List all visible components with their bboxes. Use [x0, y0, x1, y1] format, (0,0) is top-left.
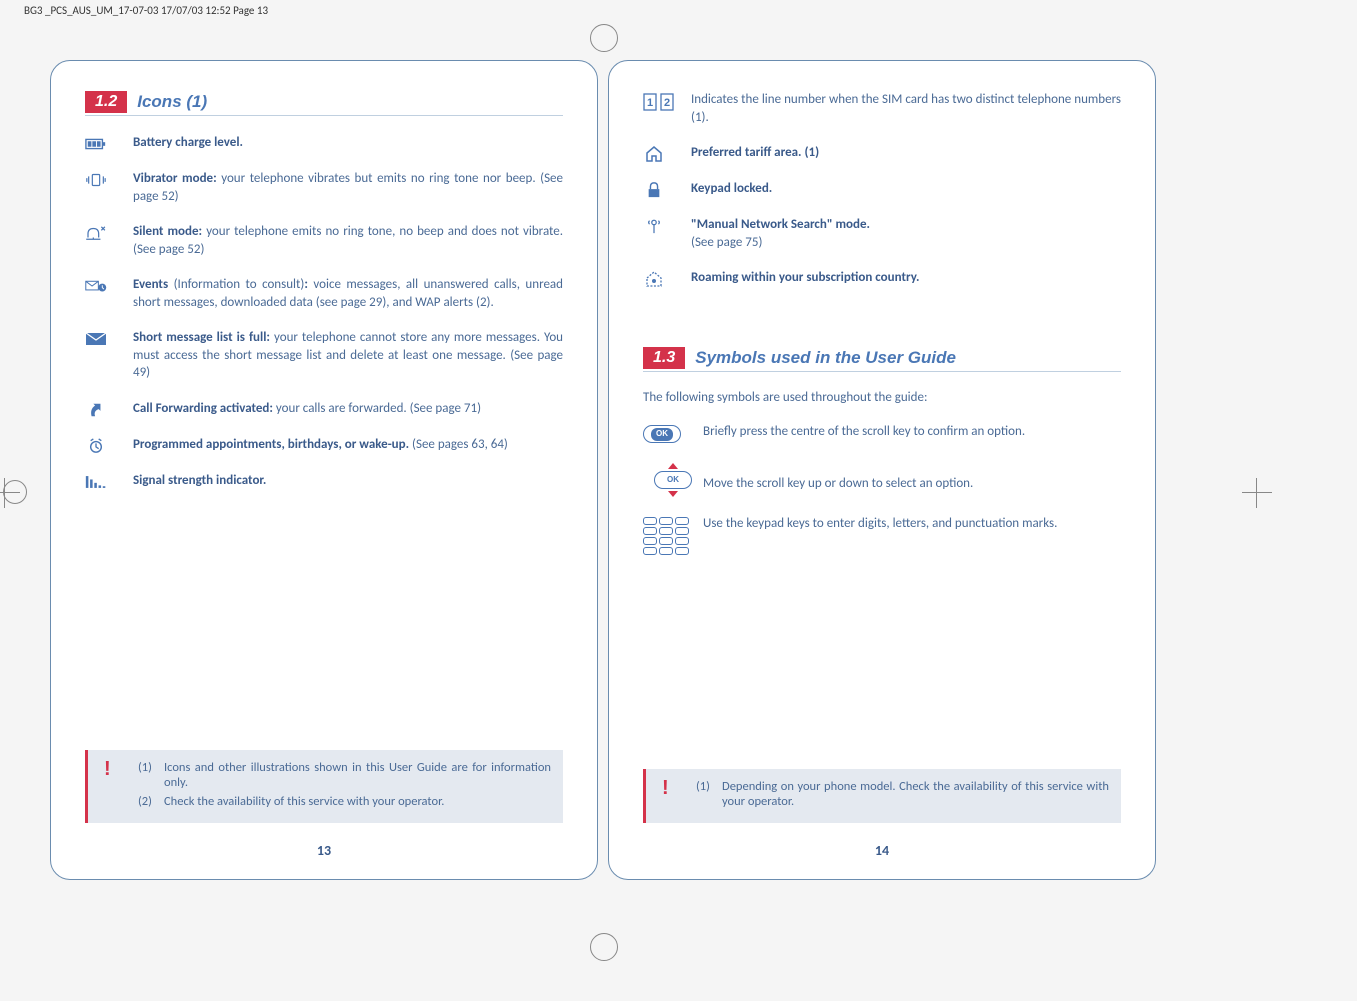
lock-icon	[643, 180, 691, 198]
symbol-row-keypad: Use the keypad keys to enter digits, let…	[643, 515, 1121, 555]
crop-mark-right	[1242, 478, 1272, 508]
icon-row-lines: 12 Indicates the line number when the SI…	[643, 91, 1121, 126]
home-desc: Preferred tariff area. (1)	[691, 144, 1121, 162]
exclamation-icon-right: !	[662, 777, 669, 800]
lock-desc: Keypad locked.	[691, 180, 1121, 198]
symbols-intro: The following symbols are used throughou…	[643, 390, 1121, 405]
antenna-icon	[643, 216, 691, 234]
icon-row-smsfull: Short message list is full: your telepho…	[85, 329, 563, 382]
events-desc: Events (Information to consult): voice m…	[133, 276, 563, 311]
icon-row-forward: Call Forwarding activated: your calls ar…	[85, 400, 563, 418]
manual-desc: "Manual Network Search" mode. (See page …	[691, 216, 1121, 251]
crop-circle-left	[3, 480, 27, 504]
footnote-left: ! (1)Icons and other illustrations shown…	[85, 750, 563, 823]
roaming-icon	[643, 269, 691, 287]
page-number-right: 14	[609, 842, 1155, 859]
left-page: 1.2 Icons (1) Battery charge level. Vibr…	[50, 60, 598, 880]
battery-desc: Battery charge level.	[133, 134, 563, 152]
signal-desc: Signal strength indicator.	[133, 472, 563, 490]
forward-icon	[85, 400, 133, 418]
ok-press-icon: OK	[643, 423, 703, 443]
icon-row-signal: Signal strength indicator.	[85, 472, 563, 490]
ok-scroll-desc: Move the scroll key up or down to select…	[703, 461, 1121, 493]
smsfull-icon	[85, 329, 133, 347]
ok-press-desc: Briefly press the centre of the scroll k…	[703, 423, 1121, 441]
section-header-1-2: 1.2 Icons (1)	[85, 91, 563, 116]
icon-row-manual: "Manual Network Search" mode. (See page …	[643, 216, 1121, 251]
clock-desc: Programmed appointments, birthdays, or w…	[133, 436, 563, 454]
footnote-right: ! (1)Depending on your phone model. Chec…	[643, 769, 1121, 823]
pages-container: 1.2 Icons (1) Battery charge level. Vibr…	[50, 60, 1156, 880]
icon-row-events: Events (Information to consult): voice m…	[85, 276, 563, 311]
silent-desc: Silent mode: your telephone emits no rin…	[133, 223, 563, 258]
section-number: 1.2	[85, 91, 127, 113]
keypad-icon	[643, 515, 703, 555]
home-icon	[643, 144, 691, 162]
page-number-left: 13	[51, 842, 597, 859]
battery-icon	[85, 134, 133, 152]
icon-row-silent: Silent mode: your telephone emits no rin…	[85, 223, 563, 258]
symbol-row-scroll: OK Move the scroll key up or down to sel…	[643, 461, 1121, 497]
icon-row-home: Preferred tariff area. (1)	[643, 144, 1121, 162]
symbol-row-ok: OK Briefly press the centre of the scrol…	[643, 423, 1121, 443]
events-icon	[85, 276, 133, 294]
vibrate-desc: Vibrator mode: your telephone vibrates b…	[133, 170, 563, 205]
section-header-1-3: 1.3 Symbols used in the User Guide	[643, 347, 1121, 372]
crop-mark-bottom	[590, 933, 618, 961]
signal-icon	[85, 472, 133, 490]
icon-row-clock: Programmed appointments, birthdays, or w…	[85, 436, 563, 454]
silent-icon	[85, 223, 133, 241]
roaming-desc: Roaming within your subscription country…	[691, 269, 1121, 287]
keypad-desc: Use the keypad keys to enter digits, let…	[703, 515, 1121, 533]
svg-text:1: 1	[647, 97, 653, 109]
smsfull-desc: Short message list is full: your telepho…	[133, 329, 563, 382]
vibrate-icon	[85, 170, 133, 188]
svg-text:2: 2	[664, 97, 670, 109]
forward-desc: Call Forwarding activated: your calls ar…	[133, 400, 563, 418]
section-number-1-3: 1.3	[643, 347, 685, 369]
section-title-1-3: Symbols used in the User Guide	[695, 348, 956, 368]
icon-row-vibrate: Vibrator mode: your telephone vibrates b…	[85, 170, 563, 205]
right-page: 12 Indicates the line number when the SI…	[608, 60, 1156, 880]
icon-row-lock: Keypad locked.	[643, 180, 1121, 198]
ok-scroll-icon: OK	[643, 461, 703, 497]
section-title: Icons (1)	[137, 92, 207, 112]
file-header: BG3 _PCS_AUS_UM_17-07-03 17/07/03 12:52 …	[20, 0, 272, 21]
exclamation-icon: !	[104, 758, 111, 781]
icon-row-battery: Battery charge level.	[85, 134, 563, 152]
lines-desc: Indicates the line number when the SIM c…	[691, 91, 1121, 126]
crop-mark-top	[590, 24, 618, 52]
line-number-icon: 12	[643, 91, 691, 111]
clock-icon	[85, 436, 133, 454]
icon-row-roaming: Roaming within your subscription country…	[643, 269, 1121, 287]
